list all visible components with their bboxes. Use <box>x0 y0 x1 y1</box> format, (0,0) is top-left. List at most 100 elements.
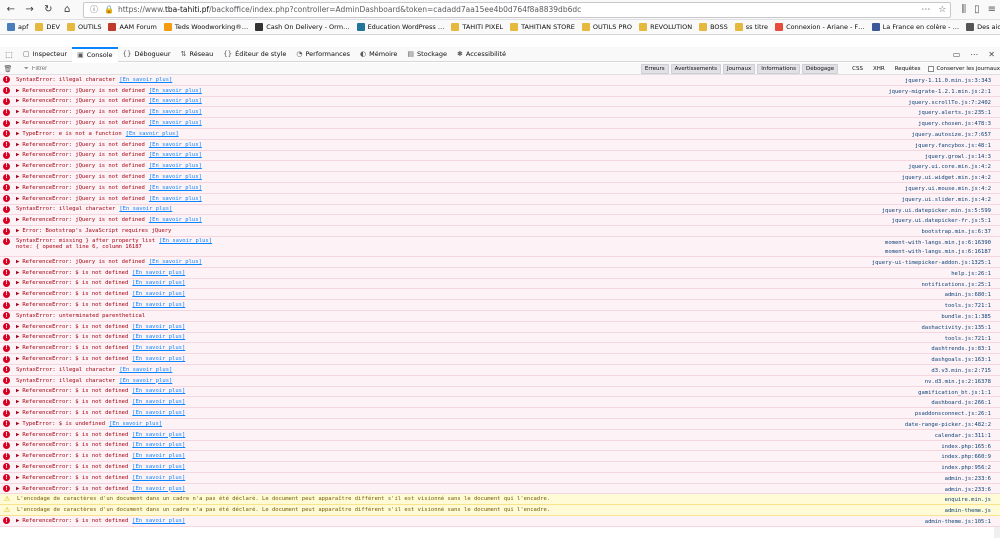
source-location[interactable]: tools.js:721:1 <box>945 302 991 311</box>
console-error-row[interactable]: ! ▶ ReferenceError: jQuery is not defined [… <box>0 215 1000 227</box>
source-location-link[interactable]: jquery-1.11.0.min.js:3:343 <box>905 77 991 86</box>
learn-more-link[interactable]: [En savoir plus] <box>149 163 202 169</box>
bookmark-item[interactable]: REVOLUTION <box>639 23 692 31</box>
console-error-row[interactable]: ! ▶ ReferenceError: jQuery is not defined [… <box>0 193 1000 205</box>
source-location[interactable]: d3.v3.min.js:2:715 <box>931 367 991 376</box>
learn-more-link[interactable]: [En savoir plus] <box>119 77 172 83</box>
console-error-row[interactable]: ! ▶ ReferenceError: $ is not defined [En sa… <box>0 440 1000 452</box>
console-error-row[interactable]: ! ▶ ReferenceError: $ is not defined [En sa… <box>0 267 1000 279</box>
console-error-row[interactable]: ! ▶ ReferenceError: jQuery is not defined [… <box>0 182 1000 194</box>
source-location[interactable]: notifications.js:25:1 <box>921 281 991 290</box>
learn-more-link[interactable]: [En savoir plus] <box>132 410 185 416</box>
source-location[interactable]: jquery.ui.datepicker-fr.js:5:1 <box>892 217 991 226</box>
source-location[interactable]: tools.js:721:1 <box>945 335 991 344</box>
source-location[interactable]: jquery.ui.core.min.js:4:2 <box>908 163 991 172</box>
type-filter-button[interactable]: Requêtes <box>891 64 925 74</box>
source-location-link[interactable]: nv.d3.min.js:2:16378 <box>925 378 991 387</box>
console-error-row[interactable]: ! ▶ ReferenceError: $ is not defined [En sa… <box>0 462 1000 473</box>
source-location-link[interactable]: index.php:956:2 <box>941 464 991 473</box>
expand-triangle-icon[interactable]: ▶ <box>16 475 19 481</box>
filter-input[interactable] <box>31 65 232 72</box>
expand-triangle-icon[interactable]: ▶ <box>16 88 19 94</box>
source-location[interactable]: jquery.ui.widget.min.js:4:2 <box>902 174 991 183</box>
library-icon[interactable]: ⫼ <box>961 4 966 15</box>
lock-icon[interactable]: 🔒 <box>104 5 114 14</box>
console-error-row[interactable]: ! ▶ ReferenceError: $ is not defined [En sa… <box>0 472 1000 484</box>
learn-more-link[interactable]: [En savoir plus] <box>132 334 185 340</box>
expand-triangle-icon[interactable]: ▶ <box>16 399 19 405</box>
console-error-row[interactable]: ! ▶ ReferenceError: $ is not defined [En sa… <box>0 429 1000 441</box>
source-location-link[interactable]: admin-theme.js:105:1 <box>925 518 991 527</box>
expand-triangle-icon[interactable]: ▶ <box>16 486 19 492</box>
persist-logs-checkbox[interactable] <box>928 65 935 72</box>
expand-triangle-icon[interactable]: ▶ <box>16 131 19 137</box>
expand-triangle-icon[interactable]: ▶ <box>16 432 19 438</box>
element-picker-icon[interactable]: ⬚ <box>0 50 18 59</box>
devtools-tab[interactable]: ▢ Inspecteur <box>18 47 72 62</box>
more-options-icon[interactable]: ⋯ <box>970 50 978 59</box>
home-icon[interactable]: ⌂ <box>59 2 75 18</box>
source-location[interactable]: moment-with-langs.min.js:6:16390 <box>885 239 991 248</box>
source-location[interactable]: jquery.ui.mouse.min.js:4:2 <box>905 185 991 194</box>
learn-more-link[interactable]: [En savoir plus] <box>109 421 162 427</box>
source-location-link[interactable]: admin.js:233:6 <box>945 486 991 495</box>
responsive-mode-icon[interactable]: ▭ <box>953 50 961 59</box>
source-location[interactable]: index.php:165:6 <box>941 443 991 452</box>
bookmark-item[interactable]: Connexion - Ariane - F… <box>775 23 865 31</box>
log-level-filter-button[interactable]: Avertissements <box>670 63 722 74</box>
source-location[interactable]: jquery.scrollTo.js:7:2402 <box>908 99 991 108</box>
console-error-row[interactable]: ! ▶ ReferenceError: jQuery is not defined [… <box>0 256 1000 268</box>
console-error-row[interactable]: ! SyntaxError: unterminated parenthetical… <box>0 310 1000 322</box>
source-location-link[interactable]: psaddonsconnect.js:26:1 <box>915 410 991 419</box>
expand-triangle-icon[interactable]: ▶ <box>16 302 19 308</box>
learn-more-link[interactable]: [En savoir plus] <box>132 518 185 524</box>
console-error-row[interactable]: ! ▶ ReferenceError: $ is not defined [En sa… <box>0 321 1000 333</box>
source-location-link[interactable]: jquery.ui.datepicker.min.js:5:599 <box>882 207 991 216</box>
source-location-link[interactable]: index.php:660:9 <box>941 453 991 462</box>
source-location[interactable]: jquery.ui.datepicker.min.js:5:599 <box>882 207 991 216</box>
console-error-row[interactable]: ! ▶ ReferenceError: $ is not defined [En sa… <box>0 300 1000 311</box>
source-location[interactable]: psaddonsconnect.js:26:1 <box>915 410 991 419</box>
url-text[interactable]: https://www.tba-tahiti.pf/backoffice/ind… <box>118 5 581 14</box>
learn-more-link[interactable]: [En savoir plus] <box>132 475 185 481</box>
console-error-row[interactable]: ! ▶ ReferenceError: jQuery is not defined [… <box>0 150 1000 162</box>
console-error-row[interactable]: ! SyntaxError: illegal character [En savoi… <box>0 375 1000 387</box>
expand-triangle-icon[interactable]: ▶ <box>16 345 19 351</box>
learn-more-link[interactable]: [En savoir plus] <box>132 453 185 459</box>
expand-triangle-icon[interactable]: ▶ <box>16 442 19 448</box>
back-icon[interactable]: ← <box>3 2 19 18</box>
source-location-link[interactable]: jquery.scrollTo.js:7:2402 <box>908 99 991 108</box>
expand-triangle-icon[interactable]: ▶ <box>16 185 19 191</box>
console-error-row[interactable]: ! ▶ ReferenceError: $ is not defined [En sa… <box>0 483 1000 495</box>
source-location[interactable]: dashactivity.js:135:1 <box>921 324 991 333</box>
source-location[interactable]: jquery.ui.slider.min.js:4:2 <box>902 196 991 205</box>
console-error-row[interactable]: ! ▶ ReferenceError: jQuery is not defined [… <box>0 139 1000 151</box>
devtools-tab[interactable]: {} Éditeur de style <box>218 47 291 62</box>
source-location-link[interactable]: date-range-picker.js:482:2 <box>905 421 991 430</box>
source-location-link[interactable]: admin.js:680:1 <box>945 291 991 300</box>
learn-more-link[interactable]: [En savoir plus] <box>149 152 202 158</box>
learn-more-link[interactable]: [En savoir plus] <box>119 206 172 212</box>
log-level-filter-button[interactable]: Informations <box>757 63 800 74</box>
learn-more-link[interactable]: [En savoir plus] <box>126 131 179 137</box>
expand-triangle-icon[interactable]: ▶ <box>16 259 19 265</box>
source-location-link[interactable]: dashgoals.js:163:1 <box>931 356 991 365</box>
trash-icon[interactable]: 🗑 <box>2 65 14 73</box>
source-location[interactable]: jquery.autosize.js:7:657 <box>912 131 991 140</box>
expand-triangle-icon[interactable]: ▶ <box>16 270 19 276</box>
bookmark-item[interactable]: apf <box>7 23 28 31</box>
console-error-row[interactable]: ! ▶ TypeError: $ is undefined [En savoir pl… <box>0 418 1000 430</box>
expand-triangle-icon[interactable]: ▶ <box>16 174 19 180</box>
source-location-link[interactable]: jquery.growl.js:14:3 <box>925 153 991 162</box>
learn-more-link[interactable]: [En savoir plus] <box>149 142 202 148</box>
source-location-link[interactable]: jquery.ui.slider.min.js:4:2 <box>902 196 991 205</box>
console-error-row[interactable]: ! ▶ ReferenceError: $ is not defined [En sa… <box>0 516 1000 527</box>
learn-more-link[interactable]: [En savoir plus] <box>132 356 185 362</box>
expand-triangle-icon[interactable]: ▶ <box>16 453 19 459</box>
source-location[interactable]: nv.d3.min.js:2:16378 <box>925 378 991 387</box>
bookmark-star-icon[interactable]: ☆ <box>938 5 946 15</box>
expand-triangle-icon[interactable]: ▶ <box>16 228 19 234</box>
source-location-link[interactable]: jquery.alerts.js:235:1 <box>918 109 991 118</box>
console-error-row[interactable]: ! ▶ TypeError: e is not a function [En savo… <box>0 128 1000 140</box>
source-location-link[interactable]: notifications.js:25:1 <box>921 281 991 290</box>
